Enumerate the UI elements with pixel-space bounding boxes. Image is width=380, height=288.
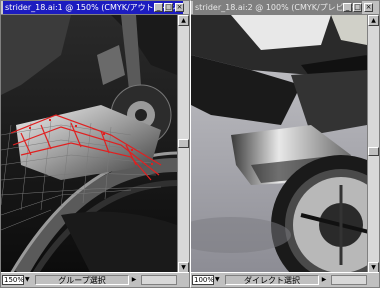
maximize-button[interactable]: □ [353, 3, 362, 12]
scroll-thumb[interactable] [368, 147, 379, 156]
title-bar[interactable]: strider_18.ai:2 @ 100% (CMYK/プレビュー _ □ × [191, 1, 379, 15]
window-title: strider_18.ai:2 @ 100% (CMYK/プレビュー [193, 1, 362, 14]
document-window-2[interactable]: strider_18.ai:2 @ 100% (CMYK/プレビュー _ □ × [190, 0, 380, 288]
title-bar[interactable]: strider_18.ai:1 @ 150% (CMYK/アウトライン) _ □… [1, 1, 189, 15]
zoom-dropdown-arrow-icon[interactable]: ▼ [215, 275, 223, 285]
status-bar: 150% ▼ グループ選択 ▶ [1, 272, 189, 287]
horizontal-scrollbar[interactable] [331, 275, 367, 285]
artboard-canvas[interactable] [1, 15, 177, 274]
zoom-dropdown-arrow-icon[interactable]: ▼ [25, 275, 33, 285]
minimize-button[interactable]: _ [343, 3, 352, 12]
scroll-up-arrow-icon[interactable]: ▲ [178, 15, 189, 26]
document-window-1[interactable]: strider_18.ai:1 @ 150% (CMYK/アウトライン) _ □… [0, 0, 190, 288]
status-bar: 100% ▼ ダイレクト選択 ▶ [191, 272, 379, 287]
motorcycle-artwork-outline [1, 15, 177, 274]
horizontal-scrollbar[interactable] [141, 275, 177, 285]
zoom-level-field[interactable]: 100% [192, 275, 214, 285]
zoom-level-field[interactable]: 150% [2, 275, 24, 285]
minimize-button[interactable]: _ [154, 3, 163, 12]
vertical-scrollbar[interactable]: ▲ ▼ [367, 15, 379, 274]
motorcycle-artwork-preview [191, 15, 367, 274]
scroll-up-arrow-icon[interactable]: ▲ [368, 15, 379, 26]
status-menu-arrow-icon[interactable]: ▶ [129, 275, 139, 285]
vertical-scrollbar[interactable]: ▲ ▼ [177, 15, 189, 274]
scroll-thumb[interactable] [178, 139, 189, 148]
maximize-button[interactable]: □ [164, 3, 173, 12]
current-tool-label: ダイレクト選択 [225, 275, 319, 285]
close-button[interactable]: × [364, 3, 373, 12]
artboard-canvas[interactable] [191, 15, 367, 274]
close-button[interactable]: × [175, 3, 184, 12]
status-menu-arrow-icon[interactable]: ▶ [319, 275, 329, 285]
current-tool-label: グループ選択 [35, 275, 129, 285]
